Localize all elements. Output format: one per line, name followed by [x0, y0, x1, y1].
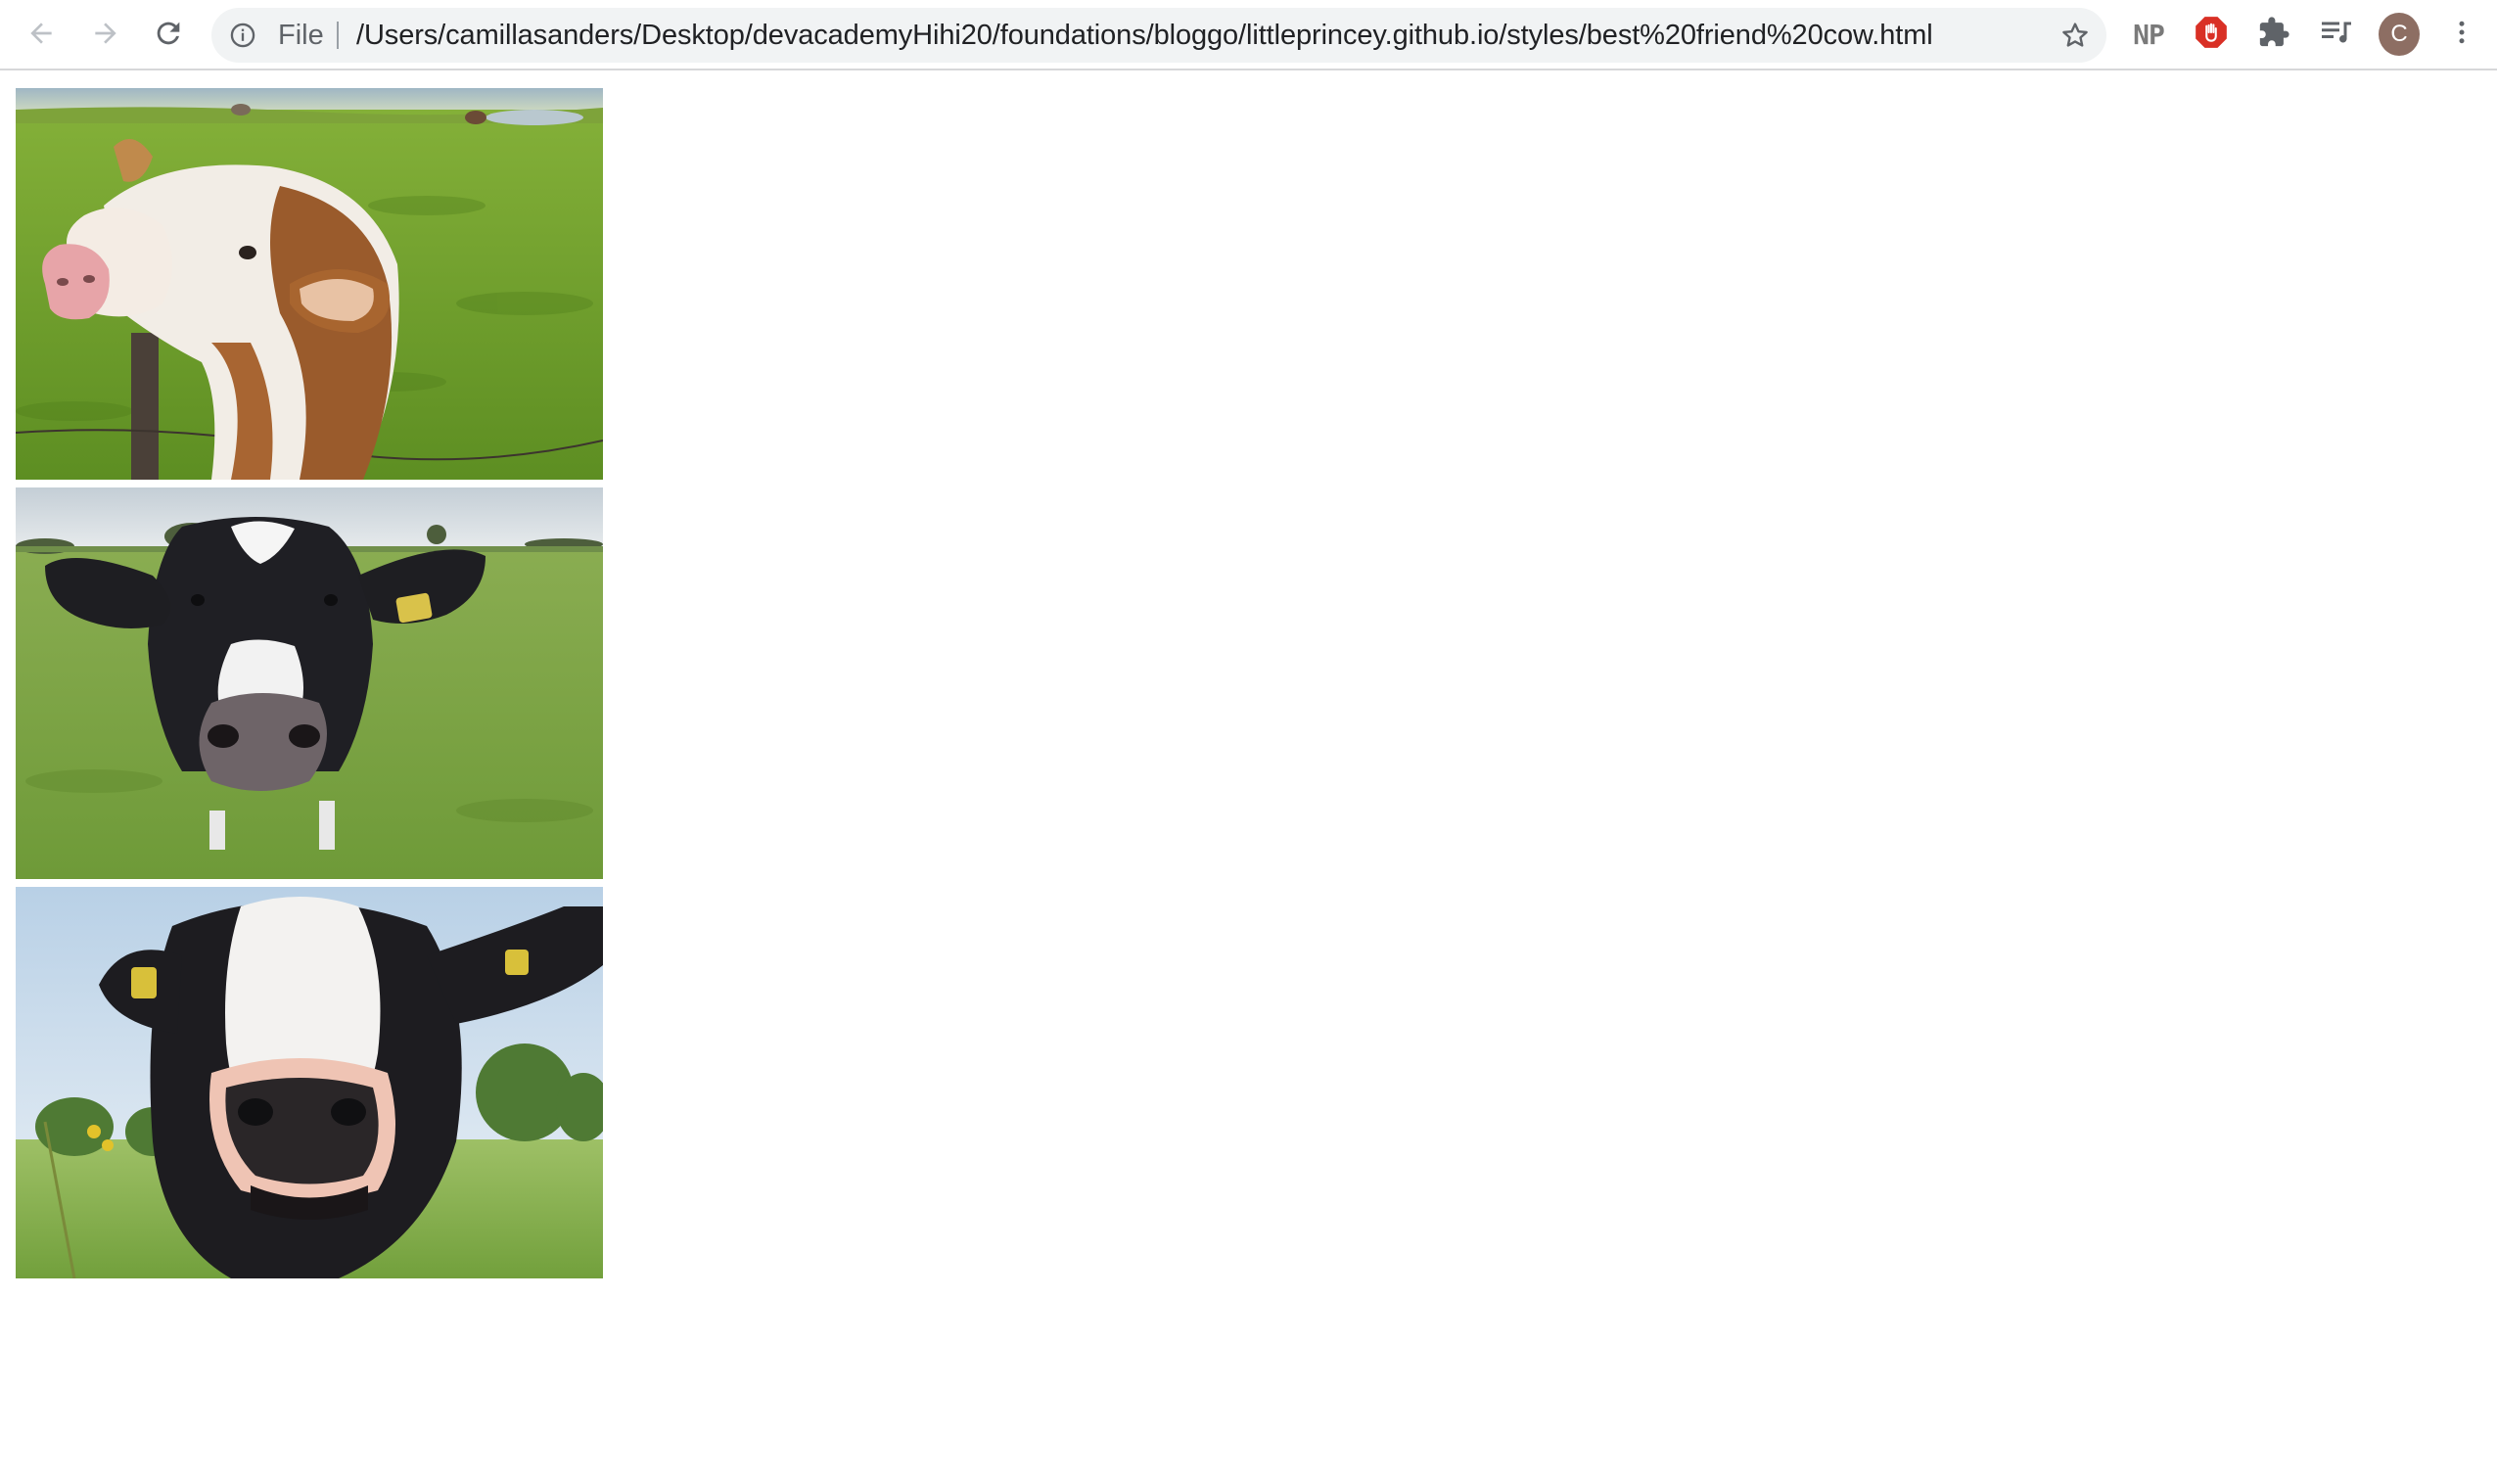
- scheme-label: File: [278, 20, 324, 51]
- stop-hand-icon: [2193, 14, 2230, 56]
- puzzle-piece-icon: [2257, 16, 2290, 54]
- cow-photo-3: [16, 887, 603, 1278]
- stop-extension-button[interactable]: [2191, 14, 2232, 55]
- forward-button[interactable]: [86, 14, 125, 53]
- media-controls-button[interactable]: [2316, 14, 2357, 55]
- forward-arrow-icon: [90, 18, 121, 49]
- browser-toolbar: File /Users/camillasanders/Desktop/devac…: [0, 0, 2497, 70]
- info-icon[interactable]: [229, 22, 256, 49]
- url-text[interactable]: /Users/camillasanders/Desktop/devacademy…: [356, 8, 1933, 63]
- avatar: C: [2379, 13, 2420, 56]
- star-icon[interactable]: [2059, 20, 2091, 51]
- scheme-divider: [337, 22, 339, 49]
- page-content: [16, 88, 603, 1286]
- np-extension-label: NP: [2133, 18, 2165, 51]
- profile-button[interactable]: C: [2379, 13, 2420, 56]
- media-queue-icon: [2319, 15, 2354, 55]
- back-arrow-icon: [25, 18, 57, 49]
- reload-button[interactable]: [149, 14, 188, 53]
- cow-photo-1: [16, 88, 603, 480]
- kebab-menu-icon: [2447, 18, 2476, 52]
- address-bar[interactable]: File /Users/camillasanders/Desktop/devac…: [211, 8, 2106, 63]
- reload-icon: [152, 17, 185, 50]
- back-button[interactable]: [22, 14, 61, 53]
- extensions-button[interactable]: [2253, 14, 2294, 55]
- browser-menu-button[interactable]: [2441, 14, 2482, 55]
- cow-photo-2: [16, 487, 603, 879]
- np-extension-button[interactable]: NP: [2128, 14, 2169, 55]
